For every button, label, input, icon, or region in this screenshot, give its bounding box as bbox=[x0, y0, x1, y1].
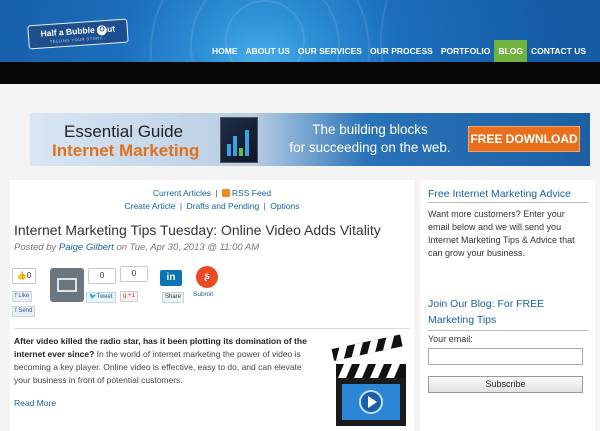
ebook-chart-bar bbox=[239, 148, 243, 156]
header-black-bar bbox=[0, 62, 600, 84]
email-input[interactable] bbox=[428, 348, 583, 365]
rss-feed-link[interactable]: RSS Feed bbox=[232, 188, 271, 198]
blog-links-row2: Create Article | Drafts and Pending | Op… bbox=[124, 201, 300, 211]
nav-home[interactable]: HOME bbox=[208, 40, 242, 62]
tweet-count: 0 bbox=[88, 268, 116, 284]
author-link[interactable]: Paige Gilbert bbox=[59, 242, 114, 253]
ebook-chart-bar bbox=[233, 136, 237, 156]
post-byline: Posted by Paige Gilbert on Tue, Apr 30, … bbox=[14, 242, 260, 253]
sidebar-divider bbox=[428, 202, 588, 203]
blog-links-row1: Current Articles | RSS Feed bbox=[152, 188, 272, 198]
create-article-link[interactable]: Create Article bbox=[124, 201, 175, 211]
read-more-link[interactable]: Read More bbox=[14, 398, 56, 408]
thumbs-up-icon: 👍 bbox=[16, 271, 27, 280]
linkedin-icon[interactable]: in bbox=[160, 270, 182, 286]
sidebar: Free Internet Marketing Advice Want more… bbox=[420, 180, 595, 431]
banner-line1: Essential Guide bbox=[64, 122, 184, 141]
rss-icon[interactable] bbox=[221, 189, 230, 197]
subscribe-heading: Join Our Blog: For FREE Marketing Tips bbox=[428, 298, 545, 326]
nav-our-process[interactable]: OUR PROCESS bbox=[366, 40, 437, 62]
banner-line2: Internet Marketing bbox=[52, 141, 200, 160]
ebook-chart-bar bbox=[245, 130, 249, 156]
stumbleupon-icon[interactable]: ʂ bbox=[196, 266, 218, 288]
nav-blog[interactable]: BLOG bbox=[494, 40, 527, 62]
post-title[interactable]: Internet Marketing Tips Tuesday: Online … bbox=[14, 222, 381, 238]
facebook-send-button[interactable]: f Send bbox=[12, 306, 36, 317]
main-nav: HOME ABOUT US OUR SERVICES OUR PROCESS P… bbox=[208, 40, 590, 62]
essential-guide-banner[interactable]: Essential Guide Internet Marketing The b… bbox=[30, 113, 590, 166]
post-divider bbox=[14, 328, 410, 329]
site-header: Half a Bubble Out TELLING YOUR STORY... … bbox=[0, 0, 600, 62]
advice-heading: Free Internet Marketing Advice bbox=[428, 188, 571, 200]
tweet-button[interactable]: 🐦Tweet bbox=[86, 292, 116, 303]
options-link[interactable]: Options bbox=[270, 201, 299, 211]
advice-text: Want more customers? Enter your email be… bbox=[428, 209, 575, 258]
nav-contact-us[interactable]: CONTACT US bbox=[527, 40, 590, 62]
ebook-cover-icon bbox=[220, 117, 258, 163]
drafts-pending-link[interactable]: Drafts and Pending bbox=[186, 201, 259, 211]
ebook-chart-bar bbox=[227, 144, 231, 156]
nav-portfolio[interactable]: PORTFOLIO bbox=[437, 40, 495, 62]
nav-our-services[interactable]: OUR SERVICES bbox=[294, 40, 366, 62]
sidebar-divider bbox=[428, 330, 588, 331]
facebook-like-count: 👍0 bbox=[12, 268, 36, 284]
site-logo[interactable]: Half a Bubble Out TELLING YOUR STORY... bbox=[27, 18, 129, 50]
free-download-button[interactable]: FREE DOWNLOAD bbox=[468, 126, 580, 152]
google-plus-button[interactable]: g +1 bbox=[120, 291, 138, 302]
email-label: Your email: bbox=[428, 334, 473, 344]
video-clapperboard-icon bbox=[331, 334, 406, 426]
blog-main-column: Current Articles | RSS Feed Create Artic… bbox=[10, 180, 414, 431]
email-icon bbox=[57, 278, 77, 292]
post-excerpt: After video killed the radio star, has i… bbox=[14, 336, 307, 385]
nav-about-us[interactable]: ABOUT US bbox=[242, 40, 294, 62]
current-articles-link[interactable]: Current Articles bbox=[153, 188, 211, 198]
email-share-button[interactable] bbox=[50, 268, 84, 302]
google-plus-count: 0 bbox=[120, 266, 148, 282]
linkedin-share-button[interactable]: Share bbox=[162, 292, 185, 303]
stumbleupon-submit-link[interactable]: Submit bbox=[193, 291, 213, 298]
facebook-like-button[interactable]: f Like bbox=[12, 291, 33, 302]
banner-tagline: The building blocks for succeeding on th… bbox=[289, 122, 451, 155]
subscribe-button[interactable]: Subscribe bbox=[428, 376, 583, 393]
